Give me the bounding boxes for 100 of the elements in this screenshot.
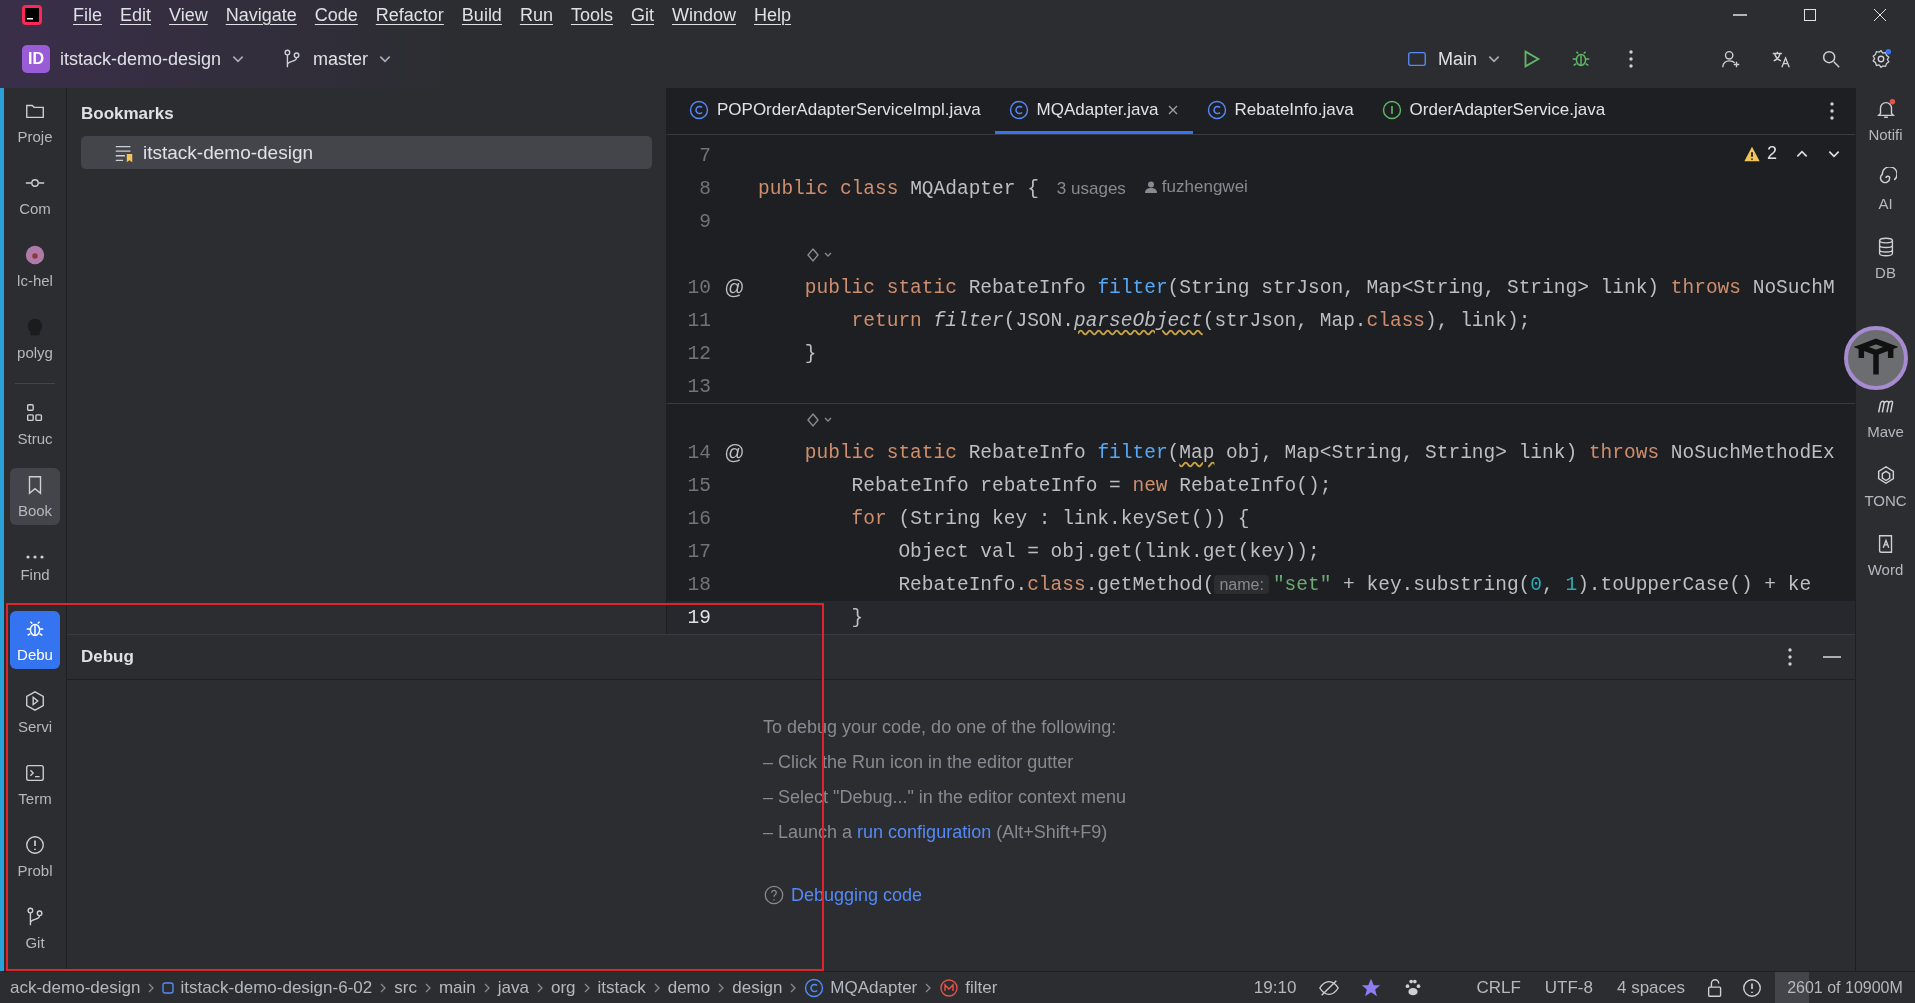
kebab-icon — [1628, 49, 1634, 69]
method-icon — [939, 977, 960, 998]
code-line: Object val = obj.get(link.get(key)); — [897, 540, 1320, 563]
menu-item[interactable]: Run — [510, 4, 562, 26]
tool-window-button[interactable]: Git — [10, 899, 60, 958]
editor-tab[interactable]: RebateInfo.java — [1192, 88, 1368, 134]
line-number: 19 — [686, 606, 711, 629]
project-selector[interactable]: itstack-demo-design — [60, 48, 222, 70]
line-separator[interactable]: CRLF — [1464, 977, 1533, 998]
code-line: } — [850, 606, 864, 629]
menu-item[interactable]: Tools — [561, 4, 622, 26]
close-tab-icon[interactable] — [1166, 103, 1179, 116]
help-icon — [763, 884, 785, 906]
tool-window-button[interactable]: lc-hel — [10, 237, 60, 296]
breadcrumb[interactable]: src — [388, 977, 423, 998]
menu-item[interactable]: Edit — [111, 4, 161, 26]
run-config-selector[interactable]: Main — [1438, 48, 1477, 70]
tool-window-button[interactable]: AI — [1857, 167, 1914, 212]
menu-item[interactable]: Window — [662, 4, 745, 26]
tool-window-button[interactable]: Struc — [10, 395, 60, 454]
branch-selector[interactable]: master — [313, 48, 369, 70]
breadcrumb[interactable]: org — [544, 977, 582, 998]
line-number: 18 — [686, 573, 711, 596]
plugin-dot-icon — [24, 243, 46, 266]
line-number: 9 — [698, 210, 711, 233]
kebab-icon[interactable] — [1787, 647, 1793, 667]
tool-window-button[interactable]: Servi — [10, 683, 60, 742]
line-number: 7 — [698, 144, 711, 167]
panel-title: Bookmarks — [81, 103, 175, 125]
code-line: public static RebateInfo filter(Map obj, Map<String, String> link) throws NoSuchMethodEx — [803, 441, 1835, 464]
tool-window-button[interactable]: DB — [1857, 236, 1914, 281]
breadcrumb[interactable]: main — [432, 977, 482, 998]
services-icon — [24, 689, 46, 712]
problems-icon — [24, 833, 46, 856]
tool-window-button[interactable]: Word — [1857, 533, 1914, 578]
menu-item[interactable]: View — [160, 4, 217, 26]
code-line: RebateInfo.class.getMethod( name: "set" + key.substring(0, 1).toUpperCase() + ke — [897, 573, 1812, 596]
override-marker[interactable]: @ — [724, 441, 745, 464]
bookmark-list-item[interactable]: itstack-demo-design — [81, 136, 652, 169]
breadcrumb[interactable]: itstack — [591, 977, 652, 998]
git-icon — [24, 905, 46, 928]
plugin-floating-button[interactable] — [1844, 326, 1908, 390]
code-line: RebateInfo rebateInfo = new RebateInfo(); — [850, 474, 1332, 497]
code-line: public class MQAdapter { 3 usages fuzhengwei — [758, 177, 1248, 200]
run-configuration-link[interactable]: run configuration — [857, 822, 992, 842]
code-line: return filter(JSON.parseObject(strJson, Map.class), link); — [850, 309, 1531, 332]
code-line: } — [803, 342, 817, 365]
line-number: 11 — [686, 309, 711, 332]
breadcrumb[interactable]: filter — [933, 977, 1004, 998]
breadcrumb[interactable]: design — [726, 977, 789, 998]
editor-tab[interactable]: OrderAdapterService.java — [1367, 88, 1620, 134]
override-marker[interactable]: @ — [724, 276, 745, 299]
module-icon — [162, 981, 175, 994]
tool-window-button[interactable]: polyg — [10, 309, 60, 367]
tool-window-button[interactable]: Book — [10, 467, 60, 526]
line-number: 16 — [686, 507, 711, 530]
close-icon — [1872, 7, 1888, 23]
tool-window-button[interactable]: Com — [10, 165, 60, 224]
file-encoding[interactable]: UTF-8 — [1532, 977, 1605, 998]
class-icon — [1008, 99, 1029, 120]
line-number: 12 — [686, 342, 711, 365]
problems-icon[interactable] — [1741, 976, 1763, 999]
code-line: for (String key : link.keySet()) { — [850, 507, 1250, 530]
caret-position[interactable]: 19:10 — [1241, 977, 1309, 998]
menu-item[interactable]: File — [64, 4, 111, 26]
menu-item[interactable]: Build — [452, 4, 511, 26]
line-number: 14 — [686, 441, 711, 464]
tool-window-button[interactable]: Notifi — [1857, 98, 1914, 143]
user-plus-icon — [1720, 48, 1742, 70]
warning-count[interactable]: 2 — [1767, 143, 1777, 164]
tool-window-button[interactable]: Mave — [1857, 395, 1914, 440]
tool-window-button[interactable]: Term — [10, 755, 60, 814]
indent-setting[interactable]: 4 spaces — [1604, 977, 1697, 998]
editor-tab[interactable]: POPOrderAdapterServiceImpl.java — [675, 88, 995, 134]
tool-window-button[interactable]: Debu — [10, 611, 60, 670]
tool-window-button[interactable]: Probl — [10, 827, 60, 886]
menu-item[interactable]: Navigate — [216, 4, 306, 26]
line-number: 8 — [698, 177, 711, 200]
app-logo — [20, 3, 44, 27]
breadcrumb[interactable]: ack-demo-design — [4, 977, 147, 998]
project-badge: ID — [22, 45, 50, 73]
menu-item[interactable]: Git — [621, 4, 663, 26]
menu-item[interactable]: Code — [305, 4, 367, 26]
class-icon — [689, 99, 709, 120]
menu-item[interactable]: Help — [745, 4, 801, 26]
breadcrumb[interactable]: demo — [661, 977, 717, 998]
menu-item[interactable]: Refactor — [366, 4, 453, 26]
breadcrumb[interactable]: MQAdapter — [798, 977, 924, 998]
settings-icon — [1870, 48, 1892, 70]
interface-icon — [1381, 99, 1402, 120]
breadcrumb[interactable]: java — [491, 977, 535, 998]
breadcrumb[interactable]: itstack-demo-design-6-02 — [156, 977, 379, 998]
tool-window-button[interactable]: Find — [10, 539, 60, 598]
tool-window-button[interactable]: Proje — [10, 94, 60, 152]
minimize-icon — [1733, 14, 1747, 16]
search-icon — [1820, 48, 1842, 70]
tool-window-button[interactable]: TONC — [1857, 464, 1914, 509]
line-number: 13 — [686, 375, 711, 398]
kebab-icon[interactable] — [1829, 101, 1835, 121]
editor-tab[interactable]: MQAdapter.java — [994, 88, 1193, 134]
